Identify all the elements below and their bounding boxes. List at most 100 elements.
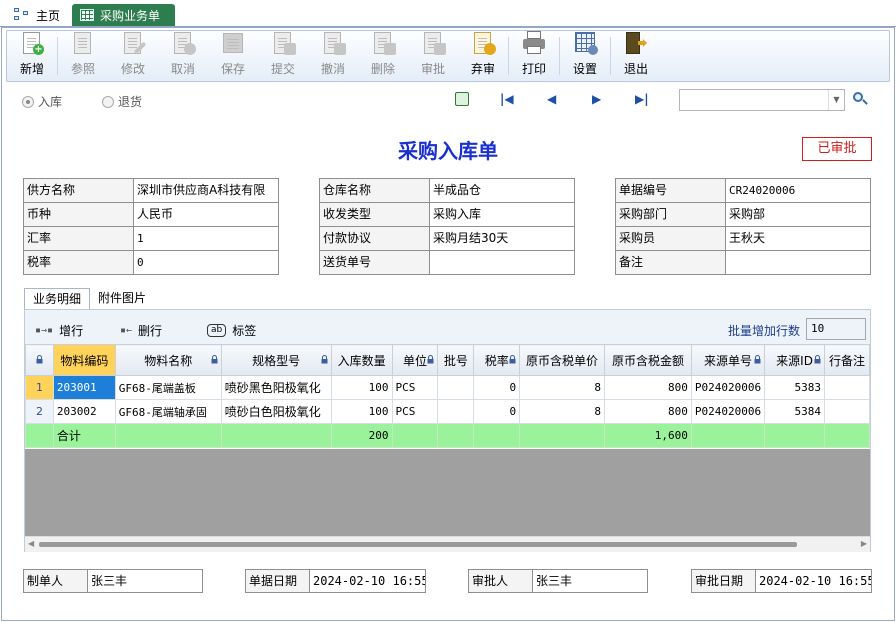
- document-number-field[interactable]: CR24020006: [726, 179, 871, 203]
- column-header[interactable]: 单位: [391, 344, 439, 376]
- cell-material-name[interactable]: GF68-尾端轴承固: [114, 399, 222, 424]
- next-record-icon[interactable]: ▶: [592, 92, 601, 106]
- chevron-down-icon[interactable]: ▼: [828, 90, 844, 110]
- lock-icon: [509, 355, 516, 364]
- cell-source-id[interactable]: 5383: [764, 375, 825, 400]
- approver-field[interactable]: 张三丰: [533, 570, 572, 592]
- cell-quantity[interactable]: 100: [330, 399, 393, 424]
- delivery-note-field[interactable]: [430, 251, 575, 275]
- column-header[interactable]: 物料编码: [52, 344, 116, 376]
- purchase-department-field[interactable]: 采购部: [726, 203, 871, 227]
- new-button[interactable]: + 新增: [7, 31, 57, 81]
- cell-quantity[interactable]: 100: [330, 375, 393, 400]
- cell-source-number[interactable]: P024020006: [690, 399, 766, 424]
- supplier-field[interactable]: 深圳市供应商A科技有限: [134, 179, 279, 203]
- exchange-rate-field[interactable]: 1: [134, 227, 279, 251]
- print-button[interactable]: 打印: [509, 31, 559, 81]
- column-header[interactable]: 物料名称: [114, 344, 222, 376]
- save-button[interactable]: 保存: [208, 31, 258, 81]
- cell-spec[interactable]: 喷砂白色阳极氧化: [220, 399, 332, 424]
- first-record-icon[interactable]: |◀: [500, 92, 514, 106]
- cell-batch[interactable]: [437, 375, 475, 400]
- column-header[interactable]: 批号: [437, 344, 475, 376]
- approve-button[interactable]: 审批: [408, 31, 458, 81]
- cell-row-remark[interactable]: [823, 375, 871, 400]
- horizontal-scrollbar[interactable]: ◀ ▶: [25, 536, 870, 552]
- scroll-left-icon[interactable]: ◀: [28, 539, 34, 548]
- row-header-lock[interactable]: [25, 344, 54, 376]
- column-header[interactable]: 税率: [473, 344, 521, 376]
- delete-button[interactable]: 删除: [358, 31, 408, 81]
- reference-button[interactable]: 参照: [58, 31, 108, 81]
- buyer-field[interactable]: 王秋天: [726, 227, 871, 251]
- batch-add-input[interactable]: 10: [806, 318, 866, 340]
- tag-button[interactable]: ab 标签: [207, 322, 256, 339]
- edit-button[interactable]: 修改: [108, 31, 158, 81]
- column-header[interactable]: 行备注: [823, 344, 871, 376]
- cell-unit[interactable]: PCS: [391, 375, 439, 400]
- transaction-type-field[interactable]: 采购入库: [430, 203, 575, 227]
- cell-amount[interactable]: 800: [604, 399, 692, 424]
- cell-amount[interactable]: 800: [604, 375, 692, 400]
- cell-row-remark[interactable]: [823, 399, 871, 424]
- field-label: 采购员: [616, 227, 726, 251]
- currency-field[interactable]: 人民币: [134, 203, 279, 227]
- delete-row-button[interactable]: ▪← 删行: [120, 322, 162, 339]
- search-icon[interactable]: [852, 91, 868, 107]
- column-header[interactable]: 来源ID: [764, 344, 825, 376]
- tab-business-details[interactable]: 业务明细: [24, 288, 91, 310]
- cell-batch[interactable]: [437, 399, 475, 424]
- column-header[interactable]: 原币含税金额: [604, 344, 692, 376]
- exit-button[interactable]: 退出: [611, 31, 661, 81]
- status-badge: 已审批: [802, 137, 872, 161]
- column-header[interactable]: 来源单号: [690, 344, 766, 376]
- tax-rate-field[interactable]: 0: [134, 251, 279, 275]
- scrollbar-thumb[interactable]: [39, 542, 797, 547]
- maker-field[interactable]: 张三丰: [88, 570, 127, 592]
- cell-spec[interactable]: 喷砂黑色阳极氧化: [220, 375, 332, 400]
- pencil-icon: [121, 31, 147, 55]
- document-date-field[interactable]: 2024-02-10 16:55:27: [310, 570, 425, 592]
- reference-button-label: 参照: [70, 62, 95, 76]
- search-combo[interactable]: ▼: [679, 89, 845, 111]
- cell-source-number[interactable]: P024020006: [690, 375, 766, 400]
- last-record-icon[interactable]: ▶|: [635, 92, 649, 106]
- column-header[interactable]: 原币含税单价: [519, 344, 606, 376]
- cell-tax-rate[interactable]: 0: [473, 375, 521, 400]
- cell-tax-rate[interactable]: 0: [473, 399, 521, 424]
- inbound-radio[interactable]: 入库: [22, 93, 62, 110]
- previous-record-icon[interactable]: ◀: [547, 92, 556, 106]
- unapprove-button[interactable]: 弃审: [458, 31, 508, 81]
- settings-button[interactable]: 设置: [560, 31, 610, 81]
- cell-material-code[interactable]: 203001: [52, 375, 116, 400]
- table-row[interactable]: 2 203002 GF68-尾端轴承固 喷砂白色阳极氧化 100 PCS 0 8…: [25, 399, 871, 424]
- approve-date-field[interactable]: 2024-02-10 16:55:28: [756, 570, 871, 592]
- cancel-button[interactable]: 取消: [158, 31, 208, 81]
- refresh-icon[interactable]: [455, 92, 469, 106]
- tab-purchase-order[interactable]: 采购业务单: [72, 4, 175, 26]
- cell-source-id[interactable]: 5384: [764, 399, 825, 424]
- revoke-icon: [321, 31, 346, 55]
- cell-unit[interactable]: PCS: [391, 399, 439, 424]
- payment-terms-field[interactable]: 采购月结30天: [430, 227, 575, 251]
- lock-icon: [754, 355, 761, 364]
- revoke-button[interactable]: 撤消: [308, 31, 358, 81]
- total-label: 合计: [52, 423, 116, 448]
- total-cell: [823, 423, 871, 448]
- tab-attachments[interactable]: 附件图片: [90, 288, 154, 310]
- cell-material-name[interactable]: GF68-尾端盖板: [114, 375, 222, 400]
- column-header[interactable]: 规格型号: [220, 344, 332, 376]
- cell-unit-price[interactable]: 8: [519, 399, 606, 424]
- add-row-button[interactable]: ▪→▪ 增行: [35, 322, 83, 339]
- cell-unit-price[interactable]: 8: [519, 375, 606, 400]
- tab-home[interactable]: 主页: [6, 4, 68, 26]
- scroll-right-icon[interactable]: ▶: [861, 539, 867, 548]
- remark-field[interactable]: [726, 251, 871, 275]
- warehouse-field[interactable]: 半成品仓: [430, 179, 575, 203]
- table-row[interactable]: 1 203001 GF68-尾端盖板 喷砂黑色阳极氧化 100 PCS 0 8 …: [25, 375, 871, 400]
- return-radio[interactable]: 退货: [102, 93, 142, 110]
- cell-material-code[interactable]: 203002: [52, 399, 116, 424]
- submit-button[interactable]: 提交: [258, 31, 308, 81]
- field-label: 送货单号: [320, 251, 430, 275]
- column-header[interactable]: 入库数量: [330, 344, 393, 376]
